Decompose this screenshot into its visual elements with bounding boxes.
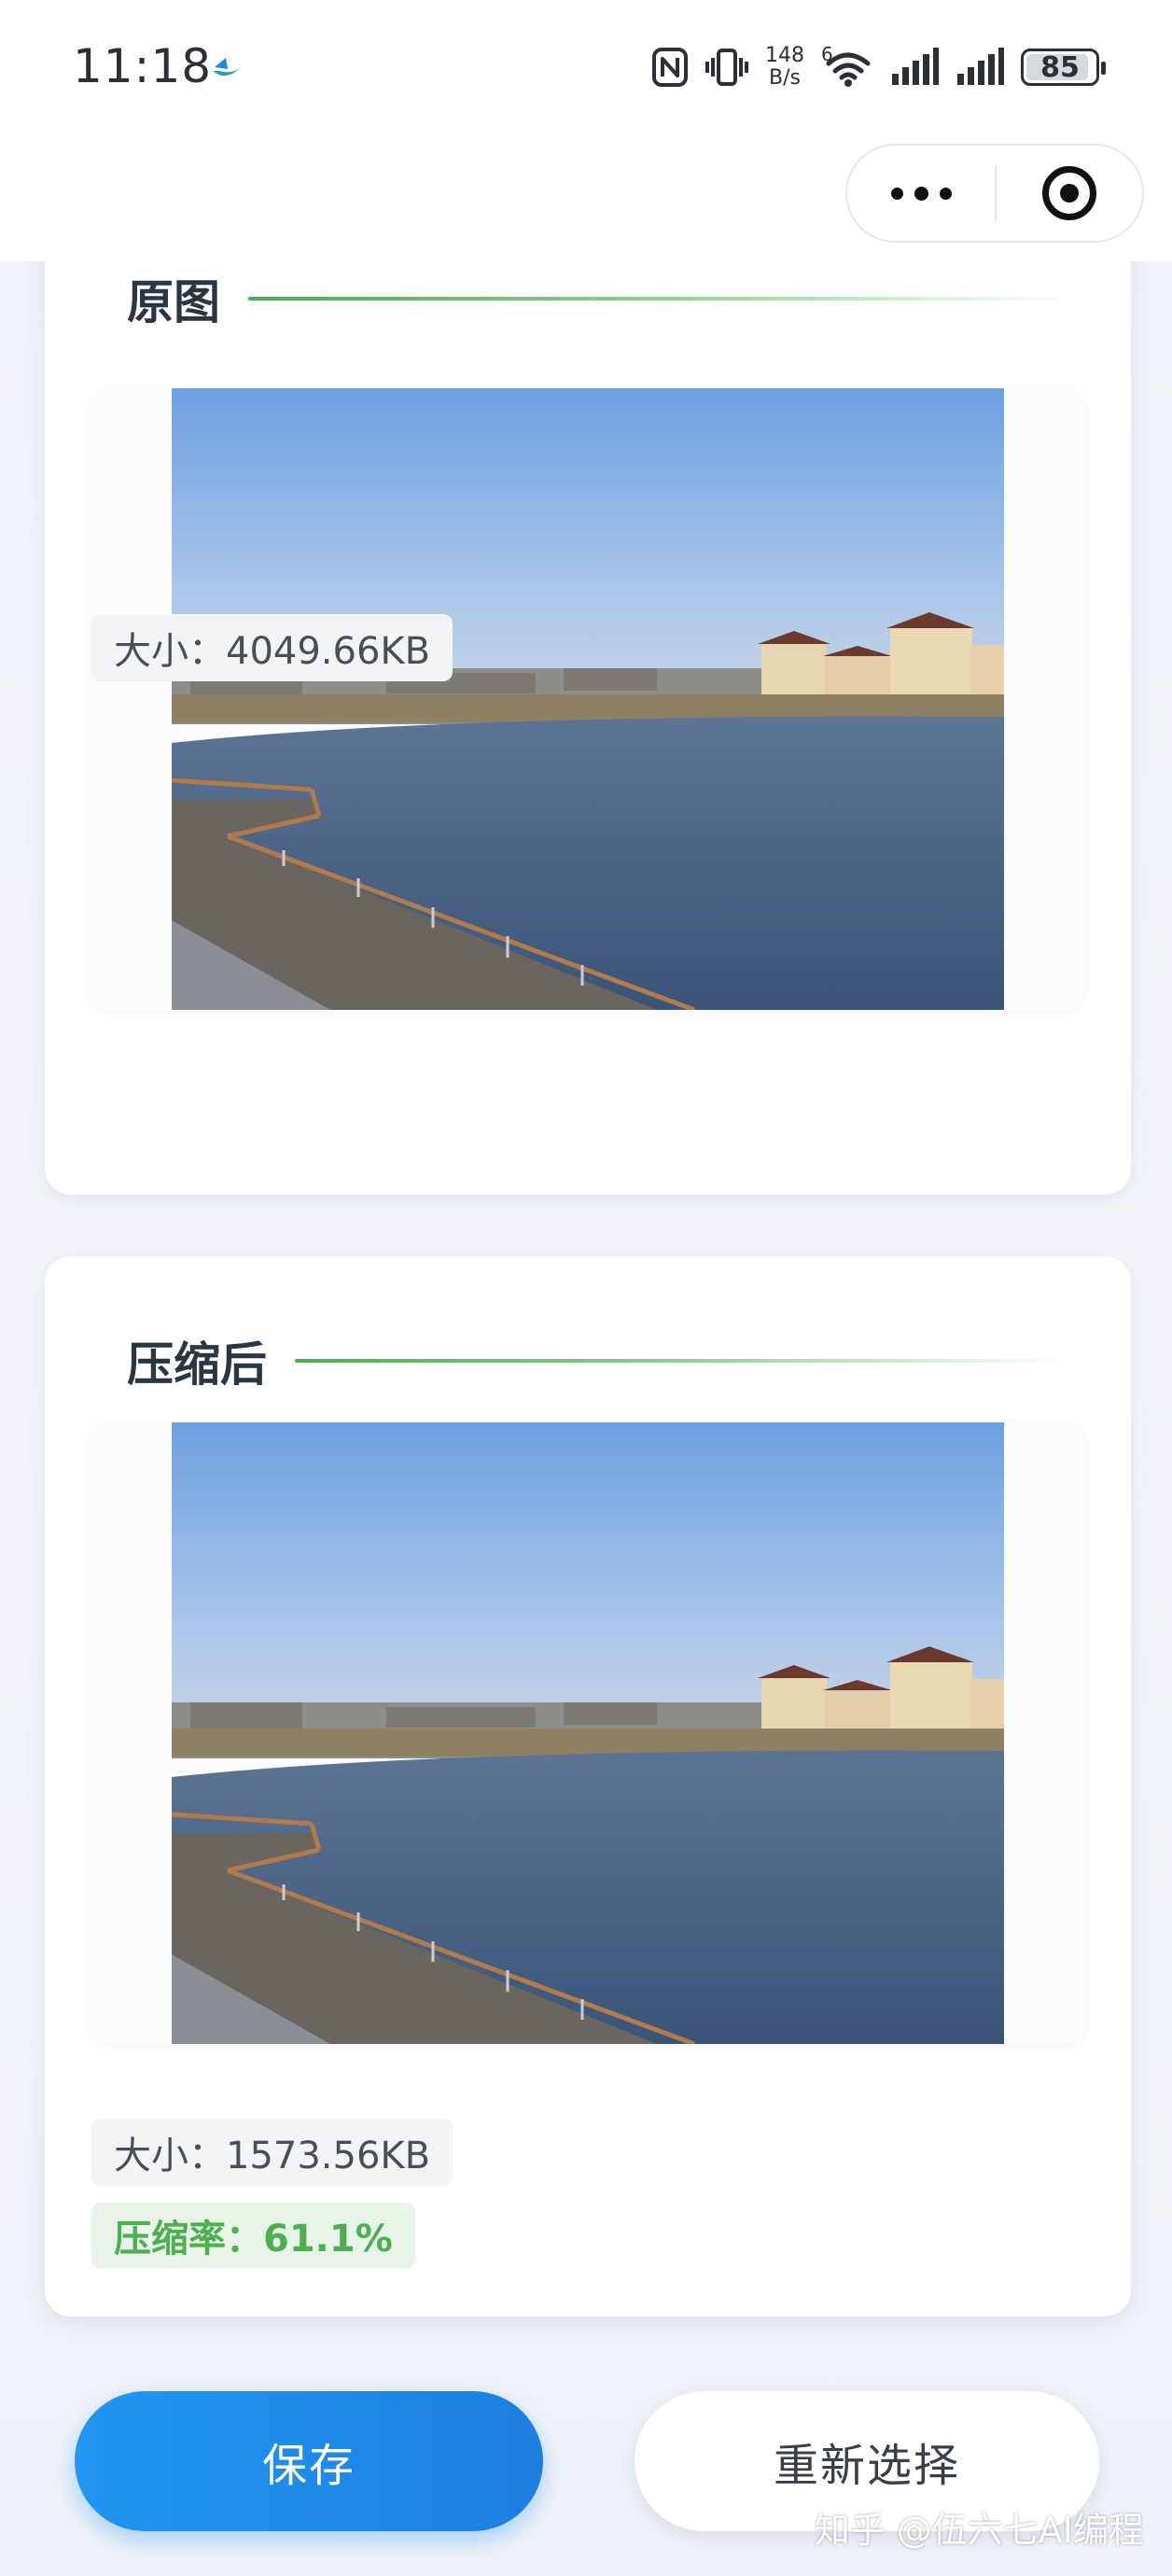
save-button[interactable]: 保存 (75, 2391, 543, 2531)
watermark: 知乎 @伍六七AI编程 (814, 2510, 1144, 2551)
section-divider-line (295, 1359, 1069, 1363)
compressed-size-tag: 大小：1573.56KB (91, 2119, 453, 2186)
battery-level: 85 (1040, 50, 1080, 84)
vibrate-icon (705, 49, 748, 86)
compressed-photo[interactable] (172, 1422, 1004, 2044)
compression-rate-tag: 压缩率：61.1% (91, 2203, 415, 2268)
ring-center (1059, 184, 1079, 203)
nav-bar (0, 131, 1172, 261)
status-time: 11:18 (73, 39, 213, 93)
dot (914, 186, 928, 201)
dot (939, 187, 952, 200)
net-speed: 148 B/s (765, 45, 804, 90)
app-indicator-icon (213, 58, 241, 77)
ring (1041, 166, 1096, 220)
wifi-status: 6 (821, 43, 873, 88)
original-photo[interactable] (172, 388, 1004, 1010)
compressed-card: 压缩后 大小：1573.56KB 压缩率：61.1% (45, 1256, 1131, 2317)
signal-icon (957, 48, 1004, 85)
compressed-section-header: 压缩后 (127, 1327, 1069, 1394)
mini-program-capsule (845, 144, 1144, 243)
compressed-image-frame (91, 1422, 1084, 2044)
signal-icon (892, 48, 939, 85)
section-title: 原图 (127, 275, 220, 329)
original-section-header: 原图 (127, 265, 1073, 332)
screen: 11:18 148 B/s 6 85 原图 大小：4049.66KB 压缩后 大… (0, 0, 1172, 2576)
section-title: 压缩后 (127, 1337, 267, 1392)
net-speed-value: 148 (765, 44, 804, 67)
more-dots-icon[interactable] (847, 146, 995, 241)
section-divider-line (248, 297, 1073, 301)
original-image-frame (91, 388, 1084, 1010)
net-speed-unit: B/s (769, 66, 801, 90)
status-icons: 148 B/s 6 85 (651, 41, 1106, 93)
target-close-icon[interactable] (997, 146, 1142, 241)
nfc-icon (652, 48, 688, 87)
status-bar: 11:18 148 B/s 6 85 (0, 0, 1172, 131)
wifi-icon (826, 52, 871, 87)
dot (890, 187, 903, 200)
original-size-tag: 大小：4049.66KB (91, 614, 453, 681)
battery-icon: 85 (1021, 49, 1106, 86)
original-card: 原图 大小：4049.66KB (45, 168, 1131, 1195)
